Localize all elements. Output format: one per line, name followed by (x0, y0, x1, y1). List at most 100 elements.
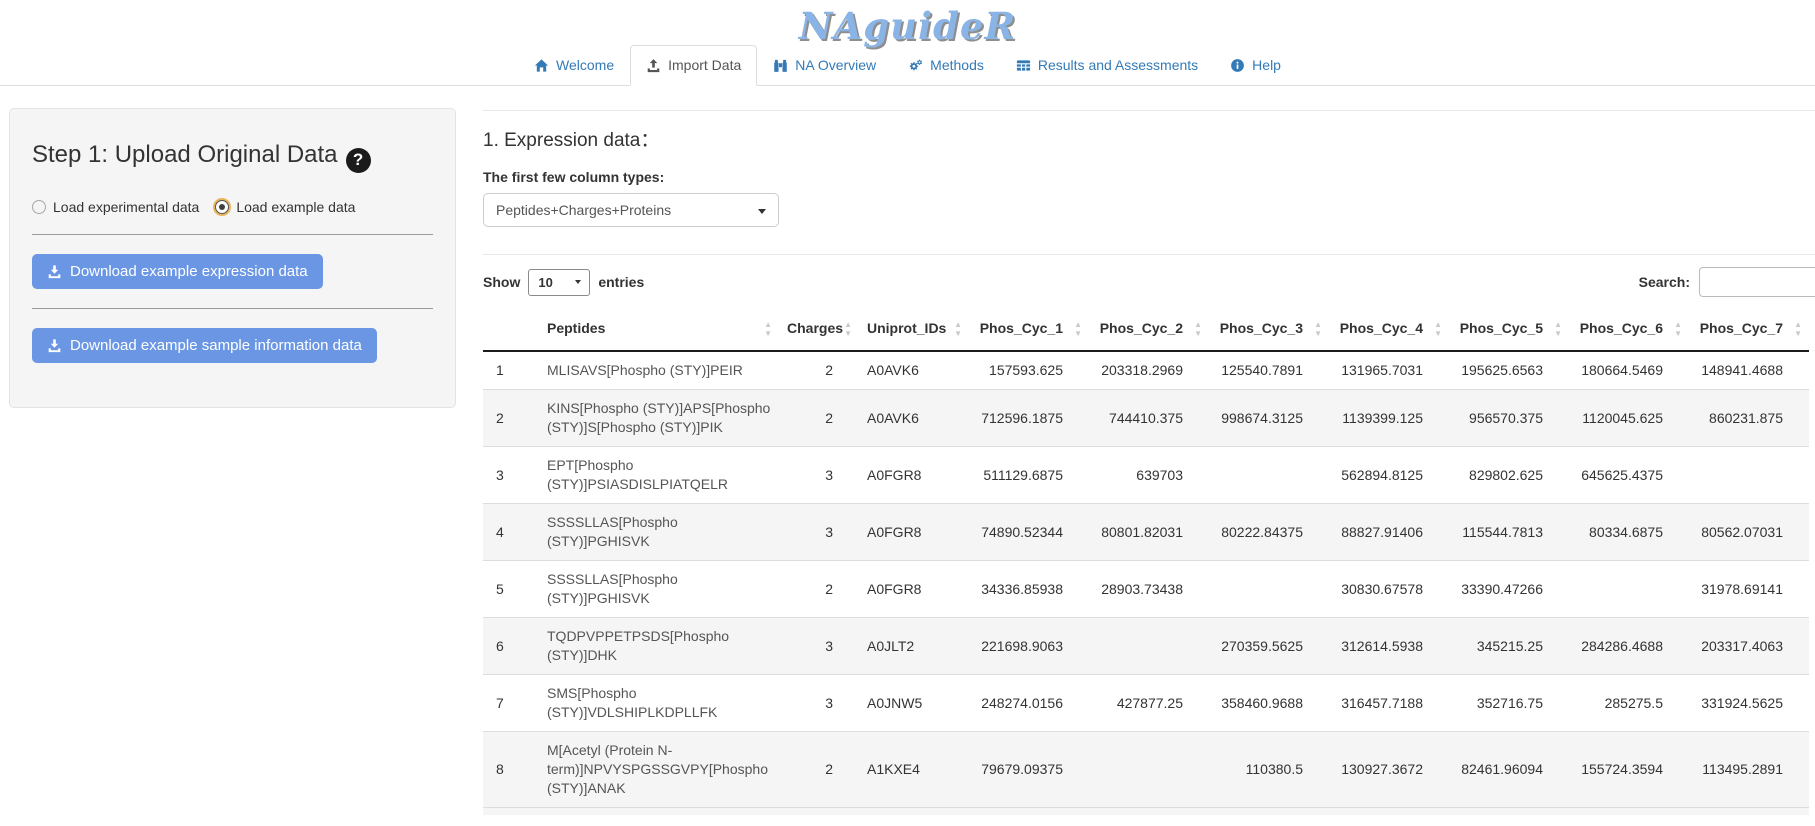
row-number-cell: 1 (483, 351, 539, 390)
table-icon (1016, 58, 1031, 73)
column-header[interactable]: Phos_Cyc_6▲▼ (1569, 307, 1689, 351)
navbar: Welcome Import Data NA Overview Methods … (0, 46, 1815, 86)
value-cell: 115544.7813 (1449, 504, 1569, 561)
value-cell: 31978.69141 (1689, 561, 1809, 618)
value-cell: 285275.5 (1569, 675, 1689, 732)
value-cell: 956570.375 (1449, 390, 1569, 447)
peptide-cell: KINS[Phospho (STY)]APS[Phospho (STY)]S[P… (539, 390, 779, 447)
column-header[interactable]: Phos_Cyc_3▲▼ (1209, 307, 1329, 351)
nav-tab-label: Methods (930, 56, 984, 75)
value-cell (1209, 447, 1329, 504)
value-cell: 130927.3672 (1329, 732, 1449, 808)
value-cell: 82461.96094 (1449, 732, 1569, 808)
uniprot-cell: A0JLT2 (859, 618, 969, 675)
value-cell: 998674.3125 (1209, 390, 1329, 447)
nav-tab[interactable]: Help (1214, 45, 1297, 86)
value-cell: 195625.6563 (1449, 351, 1569, 390)
radio-button[interactable] (215, 200, 229, 214)
value-cell: 645625.4375 (1569, 447, 1689, 504)
value-cell: 427877.25 (1089, 675, 1209, 732)
value-cell: 131965.7031 (1329, 351, 1449, 390)
nav-tab[interactable]: Welcome (518, 45, 630, 86)
search-input[interactable] (1699, 267, 1815, 297)
value-cell: 80222.84375 (1209, 504, 1329, 561)
upload-panel: Step 1: Upload Original Data? Load exper… (9, 108, 456, 408)
nav-tab-label: Welcome (556, 56, 614, 75)
value-cell: 148941.4688 (1689, 351, 1809, 390)
value-cell: 639703 (1089, 447, 1209, 504)
download-sample-info-button[interactable]: Download example sample information data (32, 328, 377, 363)
nav-tab[interactable]: Import Data (630, 45, 757, 86)
value-cell: 345215.25 (1449, 618, 1569, 675)
sort-icon: ▲▼ (954, 320, 962, 338)
value-cell: 88827.91406 (1329, 504, 1449, 561)
peptide-cell: SSSSLLAS[Phospho (STY)]PGHISVK (539, 504, 779, 561)
divider (32, 234, 433, 235)
column-header[interactable]: Phos_Cyc_4▲▼ (1329, 307, 1449, 351)
value-cell: 157593.625 (969, 351, 1089, 390)
row-number-cell: 3 (483, 447, 539, 504)
column-types-label: The first few column types: (483, 169, 1815, 185)
uniprot-cell: A0AVK6 (859, 390, 969, 447)
page-length-control: Show 10 entries (483, 269, 644, 296)
download-expression-button[interactable]: Download example expression data (32, 254, 323, 289)
nav-tab-label: Import Data (668, 56, 741, 75)
sort-icon: ▲▼ (1194, 320, 1202, 338)
value-cell (1089, 618, 1209, 675)
divider (32, 308, 433, 309)
value-cell: 270359.5625 (1209, 618, 1329, 675)
value-cell: 79679.09375 (969, 732, 1089, 808)
nav-tab[interactable]: Results and Assessments (1000, 45, 1214, 86)
page-length-select[interactable]: 10 (528, 269, 590, 296)
value-cell: 352716.75 (1449, 675, 1569, 732)
value-cell: 221698.9063 (969, 618, 1089, 675)
chevron-down-icon (575, 280, 581, 284)
expression-data-table: Peptides▲▼ Charges▲▼ Uniprot_IDs▲▼ Phos_… (483, 307, 1809, 807)
home-icon (534, 58, 549, 73)
row-number-cell: 5 (483, 561, 539, 618)
sort-icon: ▲▼ (1794, 320, 1802, 338)
help-question-icon[interactable]: ? (346, 148, 371, 173)
column-header[interactable]: Phos_Cyc_5▲▼ (1449, 307, 1569, 351)
column-header[interactable]: Phos_Cyc_7▲▼ (1689, 307, 1809, 351)
nav-tab[interactable]: Methods (892, 45, 1000, 86)
uniprot-cell: A0JNW5 (859, 675, 969, 732)
page-length-value: 10 (538, 275, 552, 290)
charge-cell: 2 (779, 351, 859, 390)
value-cell: 358460.9688 (1209, 675, 1329, 732)
table-row: 7 SMS[Phospho (STY)]VDLSHIPLKDPLLFK 3 A0… (483, 675, 1809, 732)
column-header[interactable]: Charges▲▼ (779, 307, 859, 351)
value-cell: 712596.1875 (969, 390, 1089, 447)
value-cell: 80334.6875 (1569, 504, 1689, 561)
value-cell: 113495.2891 (1689, 732, 1809, 808)
value-cell: 30830.67578 (1329, 561, 1449, 618)
value-cell (1209, 561, 1329, 618)
search-control: Search: (1639, 267, 1815, 297)
value-cell: 125540.7891 (1209, 351, 1329, 390)
radio-option[interactable]: Load experimental data (32, 199, 199, 215)
nav-tab-label: Help (1252, 56, 1281, 75)
radio-option[interactable]: Load example data (215, 199, 355, 215)
radio-button[interactable] (32, 200, 46, 214)
panel-title: Step 1: Upload Original Data? (32, 141, 433, 173)
table-row: 1 MLISAVS[Phospho (STY)]PEIR 2 A0AVK6 15… (483, 351, 1809, 390)
value-cell (1089, 732, 1209, 808)
charge-cell: 3 (779, 675, 859, 732)
column-header[interactable]: Phos_Cyc_1▲▼ (969, 307, 1089, 351)
column-header[interactable]: Uniprot_IDs▲▼ (859, 307, 969, 351)
column-header[interactable]: Peptides▲▼ (539, 307, 779, 351)
charge-cell: 3 (779, 618, 859, 675)
column-header[interactable]: Phos_Cyc_2▲▼ (1089, 307, 1209, 351)
table-row: 6 TQDPVPPETPSDS[Phospho (STY)]DHK 3 A0JL… (483, 618, 1809, 675)
charge-cell: 2 (779, 732, 859, 808)
value-cell: 331924.5625 (1689, 675, 1809, 732)
row-number-cell: 6 (483, 618, 539, 675)
value-cell: 316457.7188 (1329, 675, 1449, 732)
peptide-cell: TQDPVPPETPSDS[Phospho (STY)]DHK (539, 618, 779, 675)
table-row-partial (483, 807, 1809, 815)
value-cell: 80562.07031 (1689, 504, 1809, 561)
uniprot-cell: A1KXE4 (859, 732, 969, 808)
column-types-select[interactable]: Peptides+Charges+Proteins (483, 193, 779, 227)
main-content: 1. Expression data： The first few column… (483, 110, 1815, 815)
nav-tab[interactable]: NA Overview (757, 45, 892, 86)
